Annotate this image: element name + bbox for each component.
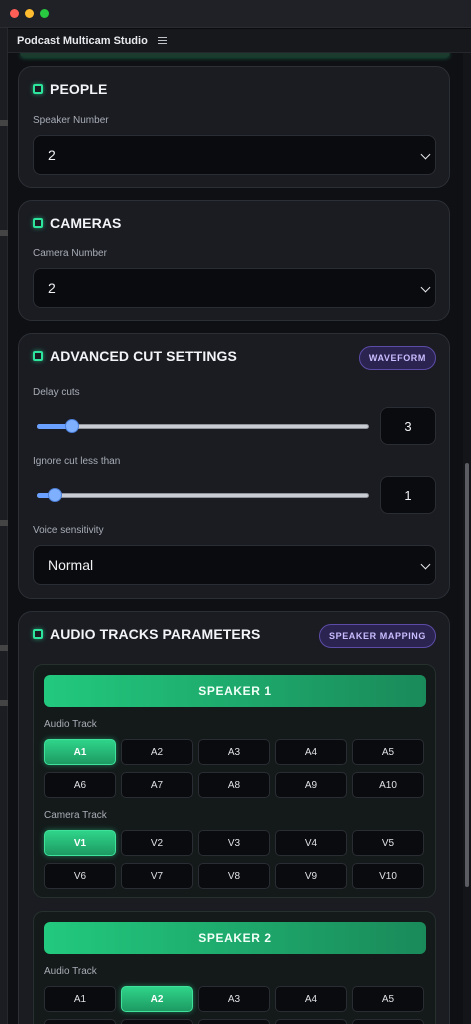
square-outline-icon	[33, 84, 43, 94]
speaker-2-button[interactable]: SPEAKER 2	[44, 922, 426, 954]
speaker-1-camera-track-v4-button[interactable]: V4	[275, 830, 347, 856]
window-titlebar	[0, 0, 471, 28]
vertical-scrollbar[interactable]	[463, 53, 471, 1024]
speaker-1-audio-track-a7-button[interactable]: A7	[121, 772, 193, 798]
square-outline-icon	[33, 629, 43, 639]
delay-cuts-slider[interactable]	[33, 416, 369, 436]
speaker-2-audio-track-a6-button[interactable]: A6	[44, 1019, 116, 1024]
background-window-edge	[0, 0, 8, 1024]
speaker-1-audio-track-a10-button[interactable]: A10	[352, 772, 424, 798]
advanced-cut-panel: ADVANCED CUT SETTINGS WAVEFORM Delay cut…	[18, 333, 450, 599]
speaker-mapping-badge[interactable]: SPEAKER MAPPING	[318, 624, 436, 648]
audio-track-label: Audio Track	[44, 719, 97, 730]
speaker-2-audio-track-a2-button[interactable]: A2	[121, 986, 193, 1012]
speaker-number-select[interactable]: 2	[33, 135, 436, 175]
speaker-2-audio-track-a1-button[interactable]: A1	[44, 986, 116, 1012]
square-outline-icon	[33, 351, 43, 361]
voice-sensitivity-label: Voice sensitivity	[33, 525, 104, 536]
speaker-1-audio-track-a5-button[interactable]: A5	[352, 739, 424, 765]
cameras-header: CAMERAS	[33, 215, 121, 231]
voice-sensitivity-select[interactable]: Normal	[33, 545, 436, 585]
settings-content: PEOPLE Speaker Number 2 CAMERAS Camera N…	[8, 53, 463, 1024]
ignore-cut-label: Ignore cut less than	[33, 456, 121, 467]
scrollbar-thumb[interactable]	[465, 463, 469, 887]
speaker-1-camera-track-v9-button[interactable]: V9	[275, 863, 347, 889]
close-window-button[interactable]	[10, 9, 19, 18]
delay-cuts-label: Delay cuts	[33, 387, 80, 398]
camera-number-select[interactable]: 2	[33, 268, 436, 308]
ignore-cut-slider-thumb[interactable]	[48, 488, 62, 502]
advanced-header: ADVANCED CUT SETTINGS	[33, 348, 237, 364]
square-outline-icon	[33, 218, 43, 228]
people-panel: PEOPLE Speaker Number 2	[18, 66, 450, 188]
chevron-down-icon	[420, 149, 431, 160]
app-header: Podcast Multicam Studio	[8, 29, 471, 53]
app-title: Podcast Multicam Studio	[17, 34, 148, 47]
speaker-1-camera-track-v6-button[interactable]: V6	[44, 863, 116, 889]
speaker-1-audio-track-a6-button[interactable]: A6	[44, 772, 116, 798]
speaker-2-audio-track-a3-button[interactable]: A3	[198, 986, 270, 1012]
waveform-badge[interactable]: WAVEFORM	[358, 346, 436, 370]
speaker-1-card: SPEAKER 1 Audio Track A1 A2 A3 A4 A5 A6 A7 A8 A9…	[33, 664, 436, 898]
speaker-2-audio-track-a8-button[interactable]: A8	[198, 1019, 270, 1024]
cameras-title: CAMERAS	[50, 215, 122, 231]
minimize-window-button[interactable]	[25, 9, 34, 18]
speaker-1-camera-track-grid: V1 V2 V3 V4 V5 V6 V7 V8 V9 V10	[44, 830, 426, 889]
ignore-cut-input[interactable]: 1	[380, 476, 436, 514]
audio-tracks-panel: AUDIO TRACKS PARAMETERS SPEAKER MAPPING …	[18, 611, 450, 1024]
speaker-2-card: SPEAKER 2 Audio Track A1A2A3A4A5 A6 A7 A8 A9…	[33, 911, 436, 1024]
speaker-1-button[interactable]: SPEAKER 1	[44, 675, 426, 707]
advanced-title: ADVANCED CUT SETTINGS	[50, 348, 237, 364]
speaker-1-audio-track-a4-button[interactable]: A4	[275, 739, 347, 765]
speaker-1-audio-track-a3-button[interactable]: A3	[198, 739, 270, 765]
camera-track-label: Camera Track	[44, 810, 107, 821]
speaker-1-audio-track-a1-button[interactable]: A1	[44, 739, 116, 765]
ignore-cut-slider[interactable]	[33, 485, 369, 505]
speaker-1-audio-track-a2-button[interactable]: A2	[121, 739, 193, 765]
speaker-2-audio-track-a9-button[interactable]: A9	[275, 1019, 347, 1024]
speaker-2-audio-track-a4-button[interactable]: A4	[275, 986, 347, 1012]
delay-cuts-input[interactable]: 3	[380, 407, 436, 445]
speaker-1-camera-track-v5-button[interactable]: V5	[352, 830, 424, 856]
chevron-down-icon	[420, 559, 431, 570]
speaker-1-camera-track-v2-button[interactable]: V2	[121, 830, 193, 856]
speaker-1-camera-track-v7-button[interactable]: V7	[121, 863, 193, 889]
delay-cuts-slider-thumb[interactable]	[65, 419, 79, 433]
audio-track-label: Audio Track	[44, 966, 97, 977]
speaker-1-camera-track-v1-button[interactable]: V1	[44, 830, 116, 856]
previous-panel-edge	[20, 53, 450, 57]
speaker-2-audio-track-grid: A1A2A3A4A5 A6 A7 A8 A9 A10	[44, 986, 426, 1024]
chevron-down-icon	[420, 282, 431, 293]
speaker-1-audio-track-grid: A1 A2 A3 A4 A5 A6 A7 A8 A9 A10	[44, 739, 426, 798]
audio-tracks-header: AUDIO TRACKS PARAMETERS	[33, 626, 261, 642]
speaker-1-audio-track-a8-button[interactable]: A8	[198, 772, 270, 798]
speaker-1-camera-track-v10-button[interactable]: V10	[352, 863, 424, 889]
camera-number-label: Camera Number	[33, 248, 107, 259]
camera-number-value: 2	[48, 280, 56, 296]
speaker-1-audio-track-a9-button[interactable]: A9	[275, 772, 347, 798]
cameras-panel: CAMERAS Camera Number 2	[18, 200, 450, 321]
voice-sensitivity-value: Normal	[48, 557, 94, 573]
speaker-2-audio-track-a5-button[interactable]: A5	[352, 986, 424, 1012]
people-header: PEOPLE	[33, 81, 107, 97]
speaker-number-label: Speaker Number	[33, 115, 109, 126]
speaker-number-value: 2	[48, 147, 56, 163]
zoom-window-button[interactable]	[40, 9, 49, 18]
speaker-1-camera-track-v8-button[interactable]: V8	[198, 863, 270, 889]
hamburger-menu-icon[interactable]	[157, 36, 167, 45]
speaker-2-audio-track-a10-button[interactable]: A10	[352, 1019, 424, 1024]
speaker-2-audio-track-a7-button[interactable]: A7	[121, 1019, 193, 1024]
speaker-1-camera-track-v3-button[interactable]: V3	[198, 830, 270, 856]
audio-tracks-title: AUDIO TRACKS PARAMETERS	[50, 626, 261, 642]
people-title: PEOPLE	[50, 81, 108, 97]
